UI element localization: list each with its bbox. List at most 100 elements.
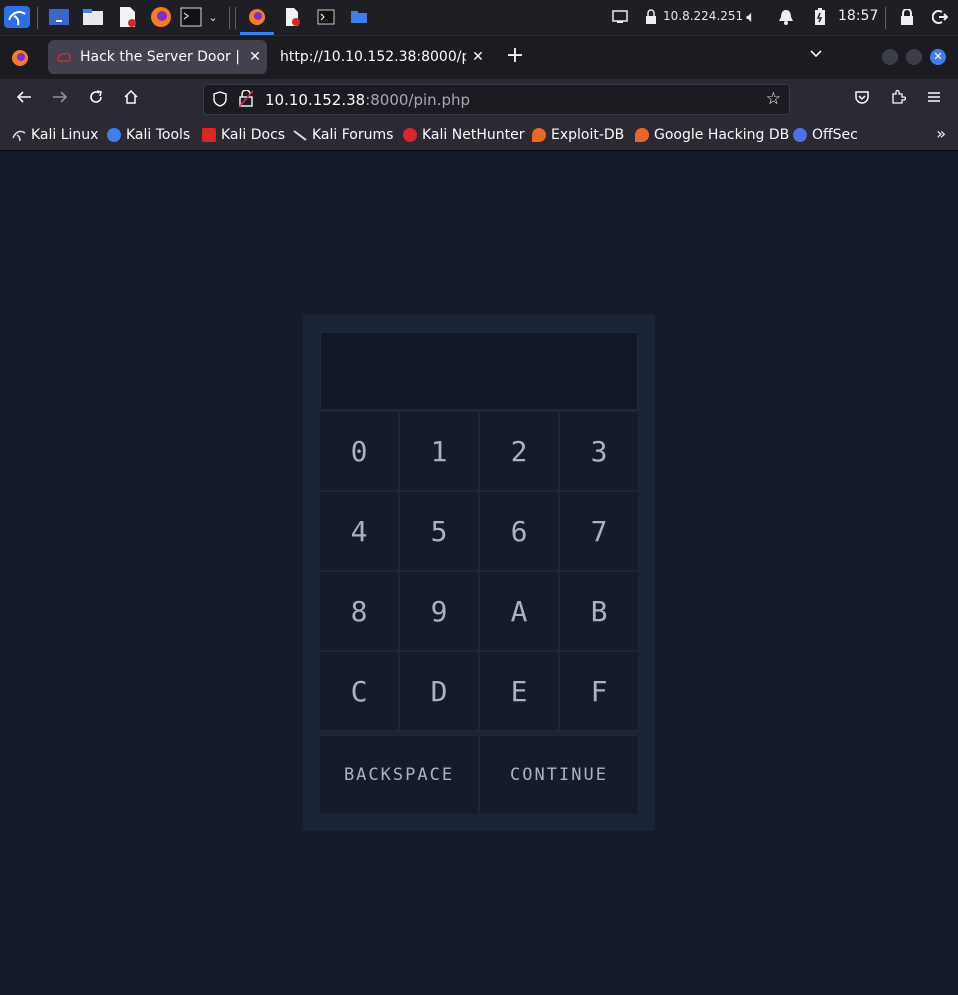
close-window-button[interactable]: ✕ [930,49,946,65]
vpn-ip-address: 10.8.224.251 [663,9,744,23]
url-path: :8000/pin.php [365,91,470,109]
firefox-view-icon[interactable] [11,49,29,67]
pin-keypad: 0 1 2 3 4 5 6 7 8 9 A B C D E F BACKSPAC… [303,315,655,831]
vpn-lock-icon [643,6,659,28]
tab-pin-page[interactable]: http://10.10.152.38:8000/pin ✕ [272,40,490,74]
bookmark-label: Kali Forums [312,127,394,143]
key-0[interactable]: 0 [319,411,399,491]
navigation-toolbar: 10.10.152.38:8000/pin.php ☆ [0,79,958,120]
tryhackme-favicon-icon [57,52,71,62]
url-text[interactable]: 10.10.152.38:8000/pin.php [265,91,470,109]
address-bar[interactable]: 10.10.152.38:8000/pin.php ☆ [203,84,790,115]
forward-arrow-icon[interactable] [48,88,72,112]
key-a[interactable]: A [479,571,559,651]
key-3[interactable]: 3 [559,411,639,491]
active-window-indicator [240,32,274,35]
hamburger-menu-icon[interactable] [922,88,946,112]
tab-close-icon[interactable]: ✕ [466,49,490,65]
bookmark-exploit-db[interactable]: Exploit-DB [532,125,624,145]
kali-nethunter-icon [403,128,417,142]
kali-docs-icon [202,128,216,142]
panel-clock[interactable]: 18:57 [838,8,878,24]
url-host: 10.10.152.38 [265,91,366,109]
tab-title: http://10.10.152.38:8000/pin [280,49,466,65]
workspace-icon[interactable] [47,6,71,28]
notifications-bell-icon[interactable] [776,6,796,28]
key-8[interactable]: 8 [319,571,399,651]
battery-icon[interactable] [811,6,829,28]
bookmark-label: Kali Tools [126,127,191,143]
more-bookmarks-chevron-icon[interactable]: » [936,124,946,143]
terminal-launcher-icon[interactable] [179,6,203,28]
bookmark-kali-forums[interactable]: Kali Forums [293,125,393,145]
key-5[interactable]: 5 [399,491,479,571]
maximize-window-button[interactable] [906,49,922,65]
bookmark-label: Kali Linux [31,127,99,143]
exploit-db-icon [532,128,546,142]
extensions-puzzle-icon[interactable] [886,88,910,112]
key-6[interactable]: 6 [479,491,559,571]
taskbar-editor-window-icon[interactable] [280,6,304,28]
key-b[interactable]: B [559,571,639,651]
bookmark-kali-nethunter[interactable]: Kali NetHunter [403,125,524,145]
panel-separator [885,7,886,29]
tracking-protection-shield-icon[interactable] [212,91,228,107]
panel-separator [37,7,38,29]
bookmark-offsec[interactable]: OffSec [793,125,858,145]
file-manager-icon[interactable] [81,6,105,28]
bookmark-label: OffSec [812,127,858,143]
backspace-button[interactable]: BACKSPACE [319,735,479,815]
bookmark-kali-tools[interactable]: Kali Tools [107,125,190,145]
bookmark-label: Exploit-DB [551,127,625,143]
key-9[interactable]: 9 [399,571,479,651]
kali-menu-icon[interactable] [4,6,30,28]
reload-icon[interactable] [84,88,108,112]
logout-icon[interactable] [930,6,950,28]
continue-button[interactable]: CONTINUE [479,735,639,815]
tab-hack-the-server-door[interactable]: Hack the Server Door | Try ✕ [48,40,267,74]
key-d[interactable]: D [399,651,479,731]
home-icon[interactable] [119,88,143,112]
key-f[interactable]: F [559,651,639,731]
minimize-window-button[interactable] [882,49,898,65]
key-2[interactable]: 2 [479,411,559,491]
panel-separator [229,7,230,29]
tab-close-icon[interactable]: ✕ [243,49,267,65]
firefox-launcher-icon[interactable] [149,6,173,28]
key-4[interactable]: 4 [319,491,399,571]
kali-forums-icon [293,128,307,142]
new-tab-plus-icon[interactable]: + [503,44,527,68]
kali-tools-icon [107,128,121,142]
google-hacking-db-icon [635,128,649,142]
kali-dragon-icon [12,128,26,142]
key-c[interactable]: C [319,651,399,731]
volume-icon[interactable]: 🔈︎ [741,6,761,28]
bookmark-label: Kali Docs [221,127,286,143]
bookmarks-toolbar: Kali Linux Kali Tools Kali Docs Kali For… [0,120,958,151]
offsec-icon [793,128,807,142]
bookmark-kali-docs[interactable]: Kali Docs [202,125,285,145]
taskbar-files-window-icon[interactable] [347,6,371,28]
browser-tab-strip: Hack the Server Door | Try ✕ http://10.1… [0,36,958,79]
back-arrow-icon[interactable] [12,88,36,112]
system-top-panel: ⌄ 10.8.224.251 🔈︎ 18:57 [0,0,958,36]
terminal-dropdown-chevron-icon[interactable]: ⌄ [206,6,220,28]
lock-screen-icon[interactable] [897,6,917,28]
key-e[interactable]: E [479,651,559,731]
taskbar-terminal-window-icon[interactable] [314,6,338,28]
pocket-icon[interactable] [850,88,874,112]
bookmark-kali-linux[interactable]: Kali Linux [12,125,98,145]
text-editor-icon[interactable] [115,6,139,28]
tab-title: Hack the Server Door | Try [80,49,243,65]
panel-separator [235,7,236,29]
network-icon[interactable] [610,6,630,28]
bookmark-star-icon[interactable]: ☆ [766,89,781,109]
bookmark-google-hacking-db[interactable]: Google Hacking DB [635,125,789,145]
key-7[interactable]: 7 [559,491,639,571]
insecure-connection-lock-icon[interactable] [238,90,254,108]
key-1[interactable]: 1 [399,411,479,491]
pin-display [319,331,639,411]
list-all-tabs-chevron-icon[interactable] [806,46,826,66]
bookmark-label: Kali NetHunter [422,127,525,143]
taskbar-firefox-window-icon[interactable] [245,6,269,28]
